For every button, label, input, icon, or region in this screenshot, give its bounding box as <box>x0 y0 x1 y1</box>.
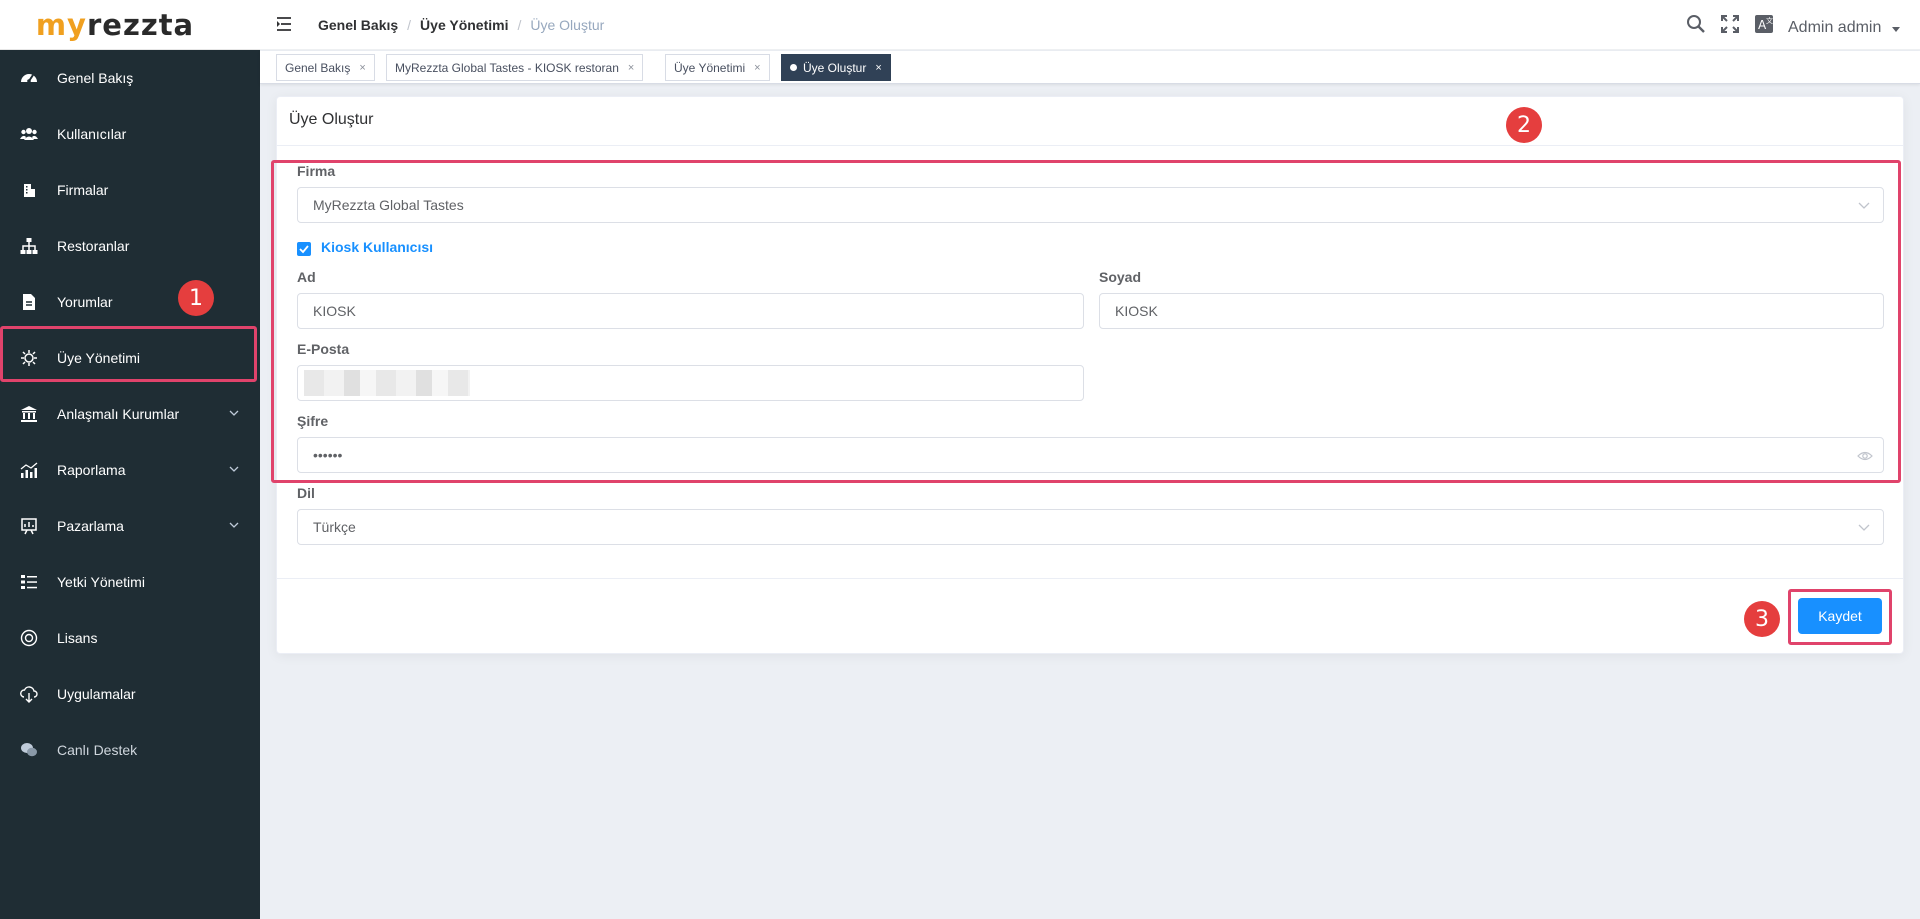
document-icon <box>23 294 35 310</box>
bank-icon <box>21 406 37 422</box>
step-badge-1: 1 <box>178 280 214 316</box>
sidebar-item-label: Raporlama <box>57 462 126 478</box>
breadcrumb-separator: / <box>517 17 522 33</box>
dashboard-icon <box>21 74 37 83</box>
sidebar-menu: Genel Bakış Kullanıcılar Firmalar Restor… <box>0 50 260 778</box>
close-icon[interactable]: × <box>754 62 760 74</box>
tab-uye-olustur[interactable]: Üye Oluştur × <box>781 54 891 81</box>
chevron-down-icon <box>229 466 239 472</box>
highlight-box-2 <box>271 160 1901 483</box>
building-icon <box>24 184 35 197</box>
sidebar-item-firmalar[interactable]: Firmalar <box>0 162 260 218</box>
sidebar-item-label: Yorumlar <box>57 294 113 310</box>
sidebar-item-label: Restoranlar <box>57 238 130 254</box>
tags-view: Genel Bakış × MyRezzta Global Tastes - KI… <box>260 51 1920 84</box>
highlight-box-1 <box>0 326 257 382</box>
svg-text:文: 文 <box>1766 16 1773 25</box>
step-badge-3: 3 <box>1744 601 1780 637</box>
sitemap-icon <box>20 238 38 254</box>
logo-part-my: my <box>35 7 87 42</box>
tab-uye-yonetimi[interactable]: Üye Yönetimi × <box>665 54 770 81</box>
sidebar-item-raporlama[interactable]: Raporlama <box>0 442 260 498</box>
tab-kiosk-restoran[interactable]: MyRezzta Global Tastes - KIOSK restoran × <box>386 54 644 81</box>
license-icon <box>20 629 38 647</box>
breadcrumb-separator: / <box>407 17 412 33</box>
close-icon[interactable]: × <box>875 62 881 74</box>
sidebar-item-restoranlar[interactable]: Restoranlar <box>0 218 260 274</box>
card-title: Üye Oluştur <box>289 111 374 128</box>
close-icon[interactable]: × <box>628 62 634 74</box>
sidebar-item-label: Firmalar <box>57 182 109 198</box>
sidebar-item-label: Yetki Yönetimi <box>57 574 145 590</box>
chevron-down-icon <box>229 410 239 416</box>
dil-value: Türkçe <box>313 519 356 535</box>
tab-label: Genel Bakış <box>285 60 351 75</box>
translate-icon[interactable]: A文 <box>1754 14 1774 34</box>
sidebar-item-label: Canlı Destek <box>57 742 138 758</box>
close-icon[interactable]: × <box>359 62 365 74</box>
logo[interactable]: my rezzta <box>0 0 260 50</box>
fullscreen-icon[interactable] <box>1720 14 1740 34</box>
user-menu[interactable]: Admin admin <box>1788 19 1881 37</box>
sidebar-item-canli-destek[interactable]: Canlı Destek <box>0 722 260 778</box>
sidebar-item-lisans[interactable]: Lisans <box>0 610 260 666</box>
tab-label: MyRezzta Global Tastes - KIOSK restoran <box>395 60 619 75</box>
tab-genel-bakis[interactable]: Genel Bakış × <box>276 54 375 81</box>
active-dot <box>790 64 797 71</box>
sidebar: my rezzta Genel Bakış Kullanıcılar Firmal… <box>0 0 260 919</box>
breadcrumb-current: Üye Oluştur <box>530 17 605 33</box>
sidebar-item-yetki-yonetimi[interactable]: Yetki Yönetimi <box>0 554 260 610</box>
top-header: Genel Bakış / Üye Yönetimi / Üye Oluştur… <box>260 0 1920 50</box>
sidebar-item-kullanicilar[interactable]: Kullanıcılar <box>0 106 260 162</box>
sidebar-item-yorumlar[interactable]: Yorumlar <box>0 274 260 330</box>
sidebar-item-label: Uygulamalar <box>57 686 136 702</box>
dil-select[interactable]: Türkçe <box>297 509 1884 545</box>
breadcrumb-item[interactable]: Genel Bakış <box>318 17 398 33</box>
sidebar-item-label: Anlaşmalı Kurumlar <box>57 406 180 422</box>
breadcrumb: Genel Bakış / Üye Yönetimi / Üye Oluştur <box>318 17 604 33</box>
chart-icon <box>20 462 38 478</box>
sidebar-item-label: Genel Bakış <box>57 70 134 86</box>
menu-toggle-icon[interactable] <box>276 15 294 33</box>
sidebar-item-pazarlama[interactable]: Pazarlama <box>0 498 260 554</box>
chevron-down-icon <box>229 522 239 528</box>
sidebar-item-uygulamalar[interactable]: Uygulamalar <box>0 666 260 722</box>
tab-label: Üye Yönetimi <box>674 60 746 75</box>
users-icon <box>20 128 38 140</box>
divider <box>277 578 1903 579</box>
chevron-down-icon <box>1858 524 1870 531</box>
tab-label: Üye Oluştur <box>803 60 867 75</box>
marketing-icon <box>21 518 37 535</box>
caret-down-icon[interactable] <box>1892 27 1900 32</box>
breadcrumb-item[interactable]: Üye Yönetimi <box>420 17 508 33</box>
search-icon[interactable] <box>1686 14 1706 34</box>
sidebar-item-anlasmali-kurumlar[interactable]: Anlaşmalı Kurumlar <box>0 386 260 442</box>
sidebar-item-label: Pazarlama <box>57 518 124 534</box>
sidebar-item-label: Kullanıcılar <box>57 126 127 142</box>
dil-label: Dil <box>297 485 315 501</box>
divider <box>277 145 1903 146</box>
logo-part-rezzta: rezzta <box>86 7 195 42</box>
cloud-icon <box>20 686 38 703</box>
highlight-box-3 <box>1788 589 1892 645</box>
sidebar-item-label: Lisans <box>57 630 98 646</box>
step-badge-2: 2 <box>1506 107 1542 143</box>
chat-icon <box>21 743 37 757</box>
sidebar-item-genel-bakis[interactable]: Genel Bakış <box>0 50 260 106</box>
permission-icon <box>21 575 37 589</box>
